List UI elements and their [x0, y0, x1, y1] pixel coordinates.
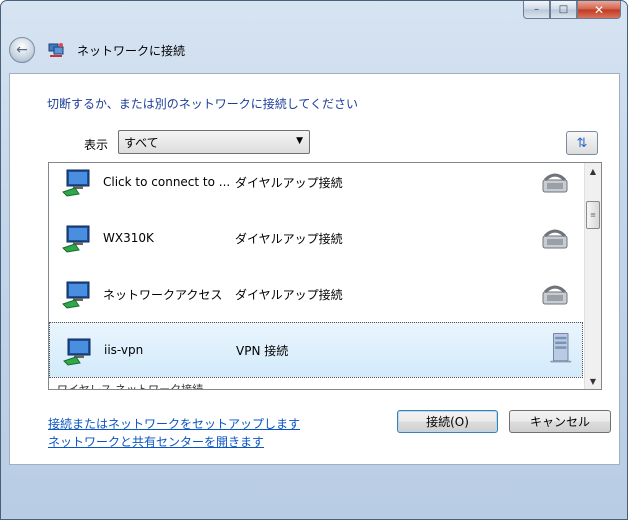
back-button[interactable]: ← — [9, 37, 35, 63]
phone-modem-icon — [542, 229, 568, 249]
back-arrow-icon: ← — [16, 42, 28, 58]
connection-name: WX310K — [103, 231, 154, 245]
show-selected-value: すべて — [124, 135, 159, 150]
dropdown-arrow-icon: ▼ — [296, 136, 303, 146]
window-header: ← ネットワークに接続 — [9, 31, 185, 69]
scroll-thumb[interactable]: ≡ — [586, 201, 600, 229]
maximize-button[interactable]: □ — [550, 1, 577, 19]
connection-name: Click to connect to ... — [103, 175, 231, 189]
caption-buttons: – □ ✕ — [523, 1, 621, 19]
connection-type: VPN 接続 — [236, 343, 289, 358]
list-item[interactable]: ネットワークアクセス ダイヤルアップ接続 — [49, 266, 583, 322]
close-button[interactable]: ✕ — [577, 1, 621, 19]
connect-button[interactable]: 接続(O) — [397, 410, 498, 433]
connection-name: iis-vpn — [104, 343, 144, 357]
show-filter-dropdown[interactable]: すべて ▼ — [118, 130, 310, 154]
server-icon — [550, 333, 572, 363]
connection-type: ダイヤルアップ接続 — [235, 175, 343, 190]
group-header-peek: ワイヤレス ネットワーク接続 — [57, 383, 204, 390]
connection-type: ダイヤルアップ接続 — [235, 231, 343, 246]
phone-modem-icon — [542, 173, 568, 193]
show-label: 表示 — [84, 138, 109, 152]
network-connect-icon — [48, 43, 64, 57]
open-sharing-center-link[interactable]: ネットワークと共有センターを開きます — [48, 433, 264, 450]
dialog-content: 切断するか、または別のネットワークに接続してください 表示 すべて ▼ ⇅ Cl… — [9, 73, 620, 465]
connection-type: ダイヤルアップ接続 — [235, 287, 343, 302]
connection-name: ネットワークアクセス — [103, 287, 223, 302]
close-icon: ✕ — [593, 2, 605, 17]
network-computer-icon — [62, 169, 90, 197]
setup-connection-link[interactable]: 接続またはネットワークをセットアップします — [48, 415, 300, 432]
minimize-icon: – — [534, 4, 539, 15]
list-item[interactable]: WX310K ダイヤルアップ接続 — [49, 210, 583, 266]
phone-modem-icon — [542, 285, 568, 305]
list-item-selected[interactable]: iis-vpn VPN 接続 — [49, 322, 583, 378]
window: – □ ✕ ← ネットワークに接続 切断するか、または別のネットワークに接続して… — [0, 0, 628, 520]
refresh-button[interactable]: ⇅ — [566, 131, 598, 155]
cancel-button[interactable]: キャンセル — [509, 410, 611, 433]
scroll-up-icon[interactable]: ▲ — [585, 163, 601, 179]
instruction-text: 切断するか、または別のネットワークに接続してください — [47, 97, 359, 111]
network-computer-icon — [62, 225, 90, 253]
connection-list[interactable]: Click to connect to ... ダイヤルアップ接続 WX310K… — [48, 162, 602, 390]
network-computer-icon — [63, 338, 91, 366]
refresh-icon: ⇅ — [576, 135, 588, 151]
maximize-icon: □ — [558, 4, 569, 15]
network-computer-icon — [62, 281, 90, 309]
list-item[interactable]: Click to connect to ... ダイヤルアップ接続 — [49, 163, 583, 210]
scroll-down-icon[interactable]: ▼ — [585, 373, 601, 389]
list-scrollbar[interactable]: ▲ ≡ ▼ — [584, 163, 601, 389]
window-title: ネットワークに接続 — [77, 43, 186, 58]
minimize-button[interactable]: – — [523, 1, 550, 19]
